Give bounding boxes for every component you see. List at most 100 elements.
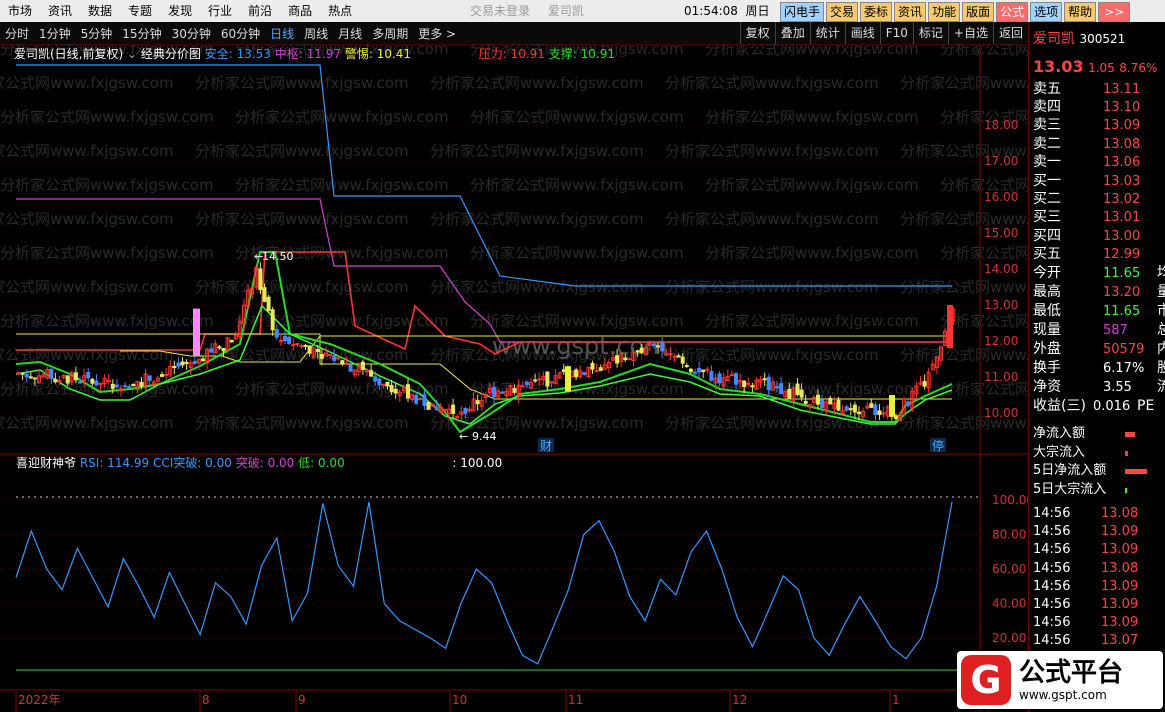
candle-body xyxy=(373,376,378,382)
toolbar-button-4[interactable]: F10 xyxy=(879,22,913,44)
watermark-text: 分析家公式网www.fxjgsw.com xyxy=(0,278,174,296)
watermark-text: 分析家公式网www.fxjgsw.com xyxy=(900,278,1028,296)
menu-item-3[interactable]: 专题 xyxy=(120,0,160,22)
ask-label: 卖四 xyxy=(1033,99,1061,116)
bid-price: 13.02 xyxy=(1103,192,1141,208)
stat-row-3: 现量 587 总 xyxy=(1033,321,1165,339)
more-button[interactable]: >> xyxy=(1098,2,1131,22)
menu-item-7[interactable]: 商品 xyxy=(280,0,320,22)
flow-row-1: 大宗流入 xyxy=(1033,443,1085,461)
stat-side: 总 xyxy=(1157,322,1165,338)
period-toolbar: 分时 1分钟 5分钟 15分钟 30分钟 60分钟 日线 周线 月线 多周期 更多 > 复权 叠加 统计… xyxy=(0,22,1028,45)
candle-body xyxy=(652,343,656,347)
stat-row-4: 外盘 50579 内 xyxy=(1033,340,1165,358)
bid-row-3: 买四 13.00 xyxy=(1033,227,1140,245)
flow-row-2: 5日净流入额 xyxy=(1033,461,1106,479)
flow-row-3: 5日大宗流入 xyxy=(1033,480,1106,498)
tick-time: 14:56 xyxy=(1033,578,1071,594)
stat-side: 量 xyxy=(1157,284,1165,300)
candle-body xyxy=(676,355,681,358)
chevron-down-icon[interactable]: ⌄ xyxy=(127,47,141,61)
candle-body xyxy=(844,406,849,411)
period-tab-0[interactable]: 分时 xyxy=(0,25,34,42)
candle-body xyxy=(123,385,128,388)
sub-info-bar: 喜迎财神爷 RSI: 114.99 CCI突破: 0.00 突破: 0.00 低… xyxy=(16,454,1030,472)
function-button-6[interactable]: 公式 xyxy=(996,2,1029,22)
watermark-text: 分析家公式网www.fxjgsw.com xyxy=(705,176,919,194)
menu-item-4[interactable]: 发现 xyxy=(160,0,200,22)
toolbar-button-0[interactable]: 复权 xyxy=(739,22,775,44)
toolbar-button-5[interactable]: 标记 xyxy=(912,22,948,44)
kline-chart[interactable]: 分析家公式网www.fxjgsw.com 分析家公式网www.fxjgsw.com… xyxy=(0,44,1028,712)
menu-item-5[interactable]: 行业 xyxy=(200,0,240,22)
period-tab-10[interactable]: 更多 > xyxy=(413,25,461,42)
candle-body xyxy=(369,370,374,377)
function-button-7[interactable]: 选项 xyxy=(1030,2,1063,22)
candle-body xyxy=(86,371,91,379)
menu-item-6[interactable]: 前沿 xyxy=(240,0,280,22)
toolbar-button-7[interactable]: 返回 xyxy=(992,22,1028,44)
period-tab-4[interactable]: 30分钟 xyxy=(167,25,216,42)
rsi-line xyxy=(15,501,953,665)
period-tab-8[interactable]: 月线 xyxy=(333,25,367,42)
tick-price: 13.08 xyxy=(1101,560,1139,576)
bid-row-0: 买一 13.03 xyxy=(1033,172,1140,190)
flow-label: 5日大宗流入 xyxy=(1033,481,1107,497)
candle-body xyxy=(680,356,685,364)
candle-body xyxy=(344,362,349,365)
sub-title[interactable]: 喜迎财神爷 xyxy=(16,456,76,470)
candle-body xyxy=(852,404,857,413)
rsi-label: RSI: 114.99 xyxy=(79,456,150,470)
menu-item-8[interactable]: 热点 xyxy=(320,0,360,22)
login-status[interactable]: 交易未登录 xyxy=(470,4,530,18)
function-button-1[interactable]: 交易 xyxy=(826,2,859,22)
chart-title[interactable]: 爱司凯(日线,前复权) xyxy=(14,47,123,61)
period-tab-2[interactable]: 5分钟 xyxy=(76,25,118,42)
watermark-text: 分析家公式网www.fxjgsw.com xyxy=(0,142,174,160)
stat-row-1: 最高 13.20 量 xyxy=(1033,283,1165,301)
arrow-left-icon: ← xyxy=(254,250,263,263)
candle-body xyxy=(217,346,222,349)
candle-body xyxy=(114,384,119,388)
period-tab-5[interactable]: 60分钟 xyxy=(216,25,265,42)
function-button-3[interactable]: 资讯 xyxy=(894,2,927,22)
function-button-5[interactable]: 版面 xyxy=(962,2,995,22)
bid-label: 买二 xyxy=(1033,191,1061,208)
bid-price: 12.99 xyxy=(1103,246,1141,262)
stat-side: 内 xyxy=(1157,341,1165,357)
period-tab-1[interactable]: 1分钟 xyxy=(34,25,76,42)
candle-body xyxy=(20,372,25,375)
breakout-label: 突破: 0.00 xyxy=(235,456,295,470)
toolbar-button-3[interactable]: 画线 xyxy=(844,22,880,44)
function-button-8[interactable]: 帮助 xyxy=(1064,2,1097,22)
candle-body xyxy=(877,410,882,415)
tick-row-0: 14:56 13.08 xyxy=(1033,504,1138,522)
stat-label: 今开 xyxy=(1033,265,1061,281)
period-tab-7[interactable]: 周线 xyxy=(299,25,333,42)
ask-label: 卖五 xyxy=(1033,81,1061,97)
function-button-0[interactable]: 闪电手 xyxy=(780,2,825,22)
menu-item-2[interactable]: 数据 xyxy=(80,0,120,22)
toolbar-button-1[interactable]: 叠加 xyxy=(774,22,810,44)
candle-body xyxy=(635,350,640,353)
function-button-4[interactable]: 功能 xyxy=(928,2,961,22)
indicator-name[interactable]: 经典分价图 xyxy=(141,47,201,61)
tick-price: 13.07 xyxy=(1101,633,1139,649)
function-button-2[interactable]: 委标 xyxy=(860,2,893,22)
watermark-text: 分析家公式网www.fxjgsw.com xyxy=(665,210,879,228)
period-tab-6[interactable]: 日线 xyxy=(265,25,299,42)
price-tick-label: 18.00 xyxy=(984,118,1018,132)
candle-body xyxy=(229,339,234,343)
candle-body xyxy=(209,348,214,353)
toolbar-button-2[interactable]: 统计 xyxy=(809,22,845,44)
menu-item-1[interactable]: 资讯 xyxy=(40,0,80,22)
tick-row-1: 14:56 13.09 xyxy=(1033,522,1138,540)
candle-body xyxy=(180,361,185,366)
menu-item-0[interactable]: 市场 xyxy=(0,0,40,22)
period-tab-3[interactable]: 15分钟 xyxy=(117,25,166,42)
period-tab-9[interactable]: 多周期 xyxy=(367,25,413,42)
toolbar-button-6[interactable]: +自选 xyxy=(947,22,993,44)
watermark-text: 分析家公式网www.fxjgsw.com xyxy=(470,312,684,330)
candle-body xyxy=(451,404,456,414)
watermark-text: 分析家公式网www.fxjgsw.com xyxy=(470,176,684,194)
